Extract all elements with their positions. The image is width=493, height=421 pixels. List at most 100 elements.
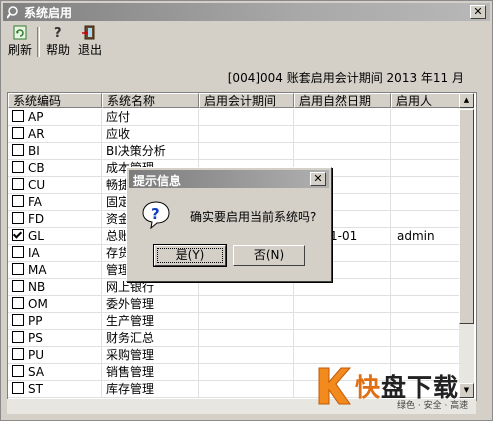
no-button[interactable]: 否(N)	[233, 245, 305, 266]
cell-system-name: 采购管理	[102, 347, 199, 364]
refresh-button[interactable]: 刷新	[5, 25, 35, 58]
system-code: FA	[28, 195, 43, 209]
enable-checkbox[interactable]	[12, 229, 24, 241]
watermark-logo: 快盘下载 绿色 · 安全 · 高速	[313, 362, 491, 414]
system-code: PP	[28, 314, 43, 328]
system-code: IA	[28, 246, 40, 260]
watermark-tagline: 绿色 · 安全 · 高速	[397, 401, 469, 411]
enable-checkbox[interactable]	[12, 331, 24, 343]
cell-system-code: CB	[8, 160, 102, 177]
enable-checkbox[interactable]	[12, 382, 24, 394]
system-code: SA	[28, 365, 45, 379]
system-enable-window: 系统启用 ✕ 刷新 ? 帮助 退出 [004]004 账套启用会计期间 2013…	[0, 0, 493, 421]
cell-enabled-by	[391, 330, 462, 347]
system-code: CB	[28, 161, 45, 175]
exit-button[interactable]: 退出	[75, 25, 105, 58]
enable-checkbox[interactable]	[12, 297, 24, 309]
window-title: 系统启用	[24, 5, 73, 20]
enable-checkbox[interactable]	[12, 195, 24, 207]
table-row[interactable]: AR 应收	[8, 126, 462, 143]
enable-checkbox[interactable]	[12, 144, 24, 156]
cell-system-code: PS	[8, 330, 102, 347]
cell-enabled-by	[391, 313, 462, 330]
account-period-label: [004]004 账套启用会计期间 2013 年11 月	[227, 71, 464, 85]
cell-enabled-by: admin	[391, 228, 462, 245]
enable-checkbox[interactable]	[12, 178, 24, 190]
system-code: BI	[28, 144, 40, 158]
svg-text:?: ?	[151, 205, 160, 223]
cell-enable-period	[199, 126, 294, 143]
enable-checkbox[interactable]	[12, 110, 24, 122]
cell-enable-period	[199, 143, 294, 160]
cell-system-code: PU	[8, 347, 102, 364]
toolbar-separator	[37, 27, 40, 57]
col-enabled-by[interactable]: 启用人	[391, 93, 462, 108]
cell-system-name: 库存管理	[102, 381, 199, 398]
col-enable-date[interactable]: 启用自然日期	[294, 93, 391, 108]
cell-system-code: OM	[8, 296, 102, 313]
cell-system-code: AR	[8, 126, 102, 143]
cell-enabled-by	[391, 143, 462, 160]
confirm-dialog: 提示信息 ✕ ? 确实要启用当前系统吗? 是(Y) 否(N)	[126, 167, 332, 282]
yes-button[interactable]: 是(Y)	[153, 244, 227, 267]
system-code: PS	[28, 331, 43, 345]
scroll-thumb[interactable]	[459, 109, 474, 324]
system-code: ST	[28, 382, 43, 396]
cell-system-name: 委外管理	[102, 296, 199, 313]
cell-enable-period	[199, 109, 294, 126]
close-icon[interactable]: ✕	[470, 5, 486, 19]
cell-system-name: 财务汇总	[102, 330, 199, 347]
enable-checkbox[interactable]	[12, 246, 24, 258]
cell-system-code: BI	[8, 143, 102, 160]
cell-enabled-by	[391, 160, 462, 177]
table-row[interactable]: PS 财务汇总	[8, 330, 462, 347]
k-logo-icon	[317, 366, 352, 406]
svg-text:?: ?	[54, 26, 62, 40]
cell-enable-period	[199, 330, 294, 347]
system-code: AP	[28, 110, 44, 124]
cell-system-name: BI决策分析	[102, 143, 199, 160]
enable-checkbox[interactable]	[12, 263, 24, 275]
system-code: AR	[28, 127, 45, 141]
enable-checkbox[interactable]	[12, 314, 24, 326]
cell-enabled-by	[391, 211, 462, 228]
cell-system-code: IA	[8, 245, 102, 262]
cell-system-code: GL	[8, 228, 102, 245]
exit-icon	[81, 25, 99, 40]
question-icon: ?	[141, 200, 171, 230]
cell-enabled-by	[391, 279, 462, 296]
enable-checkbox[interactable]	[12, 348, 24, 360]
cell-system-code: PP	[8, 313, 102, 330]
yes-button-label: 是(Y)	[157, 248, 223, 263]
title-bar: 系统启用 ✕	[3, 3, 490, 21]
cell-system-code: MA	[8, 262, 102, 279]
cell-system-code: SA	[8, 364, 102, 381]
table-header: 系统编码 系统名称 启用会计期间 启用自然日期 启用人	[8, 93, 462, 109]
enable-checkbox[interactable]	[12, 280, 24, 292]
system-code: PU	[28, 348, 45, 362]
col-system-code[interactable]: 系统编码	[8, 93, 102, 108]
cell-system-code: NB	[8, 279, 102, 296]
col-system-name[interactable]: 系统名称	[102, 93, 199, 108]
enable-checkbox[interactable]	[12, 365, 24, 377]
scroll-up-icon[interactable]: ▲	[459, 93, 474, 108]
enable-checkbox[interactable]	[12, 212, 24, 224]
system-code: OM	[28, 297, 48, 311]
col-enable-period[interactable]: 启用会计期间	[199, 93, 294, 108]
help-button[interactable]: ? 帮助	[43, 25, 73, 58]
system-code: MA	[28, 263, 47, 277]
dialog-title-bar: 提示信息 ✕	[129, 170, 329, 188]
help-icon: ?	[49, 25, 67, 41]
cell-enable-period	[199, 347, 294, 364]
vertical-scrollbar[interactable]: ▲ ▼	[459, 93, 474, 398]
enable-checkbox[interactable]	[12, 161, 24, 173]
table-row[interactable]: AP 应付	[8, 109, 462, 126]
cell-enable-date	[294, 296, 391, 313]
dialog-close-icon[interactable]: ✕	[310, 172, 326, 186]
enable-checkbox[interactable]	[12, 127, 24, 139]
table-row[interactable]: BI BI决策分析	[8, 143, 462, 160]
system-code: NB	[28, 280, 46, 294]
table-row[interactable]: PP 生产管理	[8, 313, 462, 330]
table-row[interactable]: OM 委外管理	[8, 296, 462, 313]
cell-enable-period	[199, 381, 294, 398]
